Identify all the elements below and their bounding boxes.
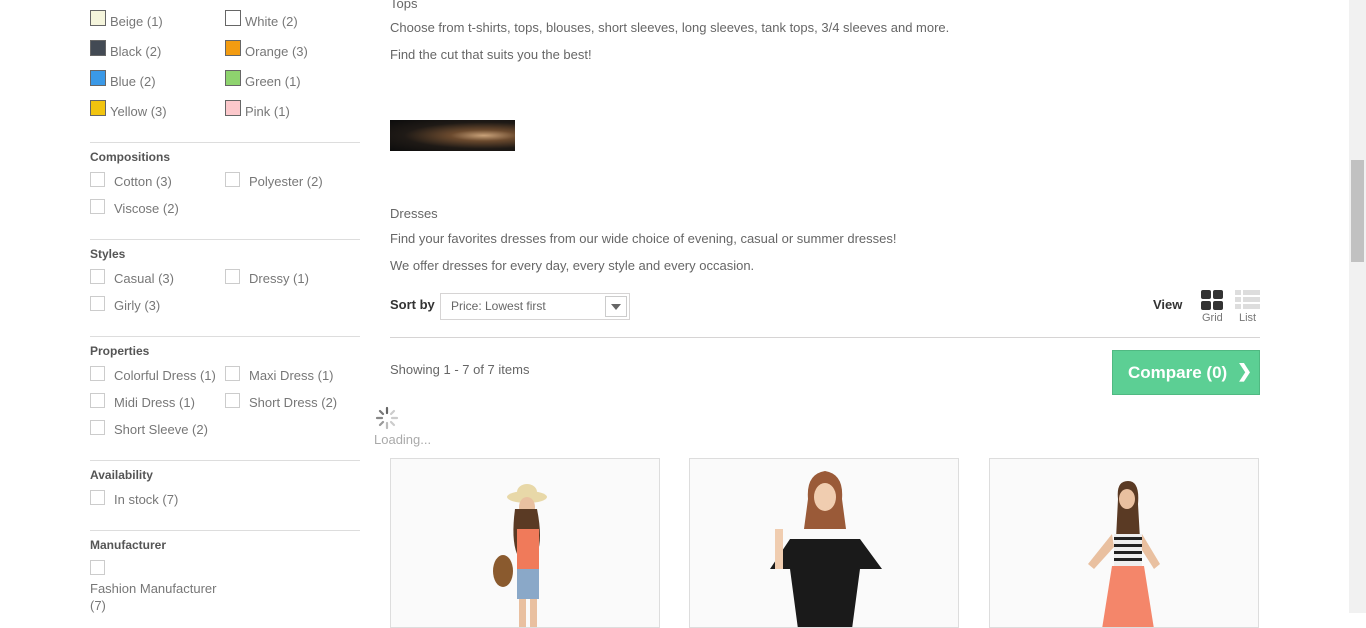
grid-view-button[interactable]: Grid bbox=[1201, 290, 1225, 326]
grid-icon bbox=[1201, 290, 1223, 310]
color-label[interactable]: Blue (2) bbox=[110, 74, 156, 89]
spinner-icon bbox=[375, 406, 399, 430]
color-swatch-orange[interactable] bbox=[225, 40, 241, 56]
chevron-down-icon[interactable] bbox=[605, 296, 627, 317]
divider bbox=[90, 142, 360, 143]
checkbox-in-stock[interactable] bbox=[90, 490, 105, 505]
loading-spinner bbox=[375, 406, 399, 433]
product-card[interactable] bbox=[689, 458, 959, 628]
color-label[interactable]: Green (1) bbox=[245, 74, 301, 89]
showing-count: Showing 1 - 7 of 7 items bbox=[390, 362, 530, 377]
compare-label: Compare (0) bbox=[1128, 363, 1228, 382]
filter-label[interactable]: Casual (3) bbox=[114, 271, 174, 286]
filter-label[interactable]: Short Dress (2) bbox=[249, 395, 337, 410]
filter-label[interactable]: Dressy (1) bbox=[249, 271, 309, 286]
compare-button[interactable]: Compare (0) ❯ bbox=[1112, 350, 1260, 395]
filter-label[interactable]: Polyester (2) bbox=[249, 174, 323, 189]
scrollbar-thumb[interactable] bbox=[1351, 160, 1364, 262]
checkbox-polyester[interactable] bbox=[225, 172, 240, 187]
dresses-title[interactable]: Dresses bbox=[390, 206, 438, 221]
sort-label: Sort by bbox=[390, 297, 435, 312]
product-image bbox=[391, 459, 659, 627]
checkbox-dressy[interactable] bbox=[225, 269, 240, 284]
checkbox-cotton[interactable] bbox=[90, 172, 105, 187]
chevron-right-icon: ❯ bbox=[1237, 361, 1253, 381]
filter-label[interactable]: Girly (3) bbox=[114, 298, 160, 313]
filter-label[interactable]: In stock (7) bbox=[114, 492, 178, 507]
checkbox-casual[interactable] bbox=[90, 269, 105, 284]
filter-label[interactable]: Maxi Dress (1) bbox=[249, 368, 334, 383]
checkbox-short-dress[interactable] bbox=[225, 393, 240, 408]
checkbox-midi-dress[interactable] bbox=[90, 393, 105, 408]
filter-label[interactable]: Short Sleeve (2) bbox=[114, 422, 208, 437]
product-image bbox=[990, 459, 1258, 627]
color-label[interactable]: Orange (3) bbox=[245, 44, 308, 59]
compositions-heading: Compositions bbox=[90, 150, 170, 164]
styles-heading: Styles bbox=[90, 247, 126, 261]
color-swatch-blue[interactable] bbox=[90, 70, 106, 86]
product-card[interactable] bbox=[390, 458, 660, 628]
divider bbox=[90, 530, 360, 531]
scrollbar[interactable] bbox=[1349, 0, 1366, 613]
list-label: List bbox=[1239, 312, 1257, 324]
color-swatch-green[interactable] bbox=[225, 70, 241, 86]
sort-select[interactable]: Price: Lowest first bbox=[440, 293, 630, 320]
dresses-description: Find your favorites dresses from our wid… bbox=[390, 231, 897, 246]
checkbox-fashion-manufacturer[interactable] bbox=[90, 560, 105, 575]
view-label: View bbox=[1153, 297, 1183, 312]
tops-description: Find the cut that suits you the best! bbox=[390, 47, 592, 62]
loading-text: Loading... bbox=[374, 432, 432, 447]
tops-title[interactable]: Tops bbox=[390, 0, 417, 11]
tops-banner-image[interactable] bbox=[390, 120, 515, 151]
filter-count: (7) bbox=[90, 598, 106, 613]
availability-heading: Availability bbox=[90, 468, 153, 482]
color-label[interactable]: Beige (1) bbox=[110, 14, 163, 29]
divider bbox=[390, 337, 1260, 338]
filter-label[interactable]: Fashion Manufacturer bbox=[90, 581, 216, 596]
grid-label: Grid bbox=[1202, 312, 1223, 324]
color-swatch-pink[interactable] bbox=[225, 100, 241, 116]
color-swatch-white[interactable] bbox=[225, 10, 241, 26]
color-swatch-black[interactable] bbox=[90, 40, 106, 56]
list-icon bbox=[1235, 290, 1260, 309]
color-label[interactable]: White (2) bbox=[245, 14, 298, 29]
filter-label[interactable]: Midi Dress (1) bbox=[114, 395, 195, 410]
filter-label[interactable]: Viscose (2) bbox=[114, 201, 179, 216]
color-label[interactable]: Pink (1) bbox=[245, 104, 290, 119]
filter-label[interactable]: Colorful Dress (1) bbox=[114, 368, 216, 383]
product-image bbox=[690, 459, 958, 627]
color-label[interactable]: Yellow (3) bbox=[110, 104, 167, 119]
checkbox-maxi-dress[interactable] bbox=[225, 366, 240, 381]
product-card[interactable] bbox=[989, 458, 1259, 628]
divider bbox=[90, 239, 360, 240]
sort-value: Price: Lowest first bbox=[451, 299, 546, 313]
properties-heading: Properties bbox=[90, 344, 150, 358]
list-view-button[interactable]: List bbox=[1235, 290, 1261, 326]
manufacturer-heading: Manufacturer bbox=[90, 538, 167, 552]
color-swatch-beige[interactable] bbox=[90, 10, 106, 26]
color-swatch-yellow[interactable] bbox=[90, 100, 106, 116]
divider bbox=[90, 336, 360, 337]
checkbox-viscose[interactable] bbox=[90, 199, 105, 214]
tops-description: Choose from t-shirts, tops, blouses, sho… bbox=[390, 20, 950, 35]
checkbox-girly[interactable] bbox=[90, 296, 105, 311]
checkbox-short-sleeve[interactable] bbox=[90, 420, 105, 435]
dresses-description: We offer dresses for every day, every st… bbox=[390, 258, 755, 273]
color-label[interactable]: Black (2) bbox=[110, 44, 161, 59]
divider bbox=[90, 460, 360, 461]
filter-label[interactable]: Cotton (3) bbox=[114, 174, 172, 189]
checkbox-colorful-dress[interactable] bbox=[90, 366, 105, 381]
